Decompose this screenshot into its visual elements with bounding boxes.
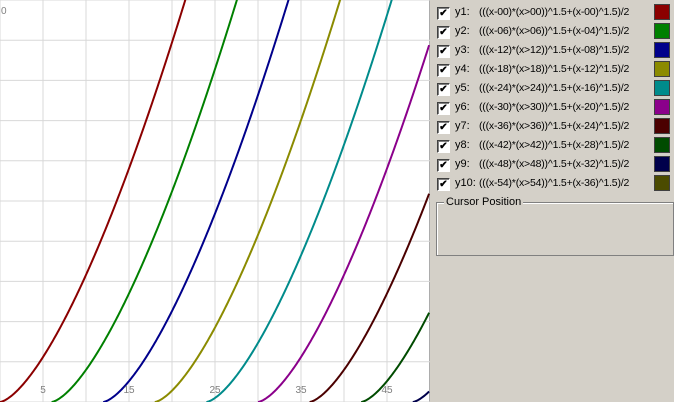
series-label: y7: bbox=[455, 120, 470, 132]
series-label: y3: bbox=[455, 44, 470, 56]
check-icon: ✔ bbox=[439, 46, 448, 57]
series-color-swatch[interactable] bbox=[654, 4, 670, 20]
check-icon: ✔ bbox=[439, 122, 448, 133]
series-curve bbox=[412, 390, 430, 402]
series-checkbox[interactable]: ✔ bbox=[437, 64, 450, 77]
check-icon: ✔ bbox=[439, 179, 448, 190]
check-icon: ✔ bbox=[439, 141, 448, 152]
series-label: y4: bbox=[455, 63, 470, 75]
series-checkbox[interactable]: ✔ bbox=[437, 83, 450, 96]
x-tick-label: 5 bbox=[40, 385, 46, 396]
series-color-swatch[interactable] bbox=[654, 23, 670, 39]
series-color-swatch[interactable] bbox=[654, 99, 670, 115]
series-label: y5: bbox=[455, 82, 470, 94]
plot-canvas[interactable]: 5 15 25 35 45 0 bbox=[0, 0, 430, 402]
series-label: y1: bbox=[455, 6, 470, 18]
series-curve bbox=[309, 193, 430, 402]
check-icon: ✔ bbox=[439, 103, 448, 114]
series-label: y2: bbox=[455, 25, 470, 37]
series-checkbox[interactable]: ✔ bbox=[437, 140, 450, 153]
x-tick-label: 25 bbox=[209, 385, 221, 396]
series-color-swatch[interactable] bbox=[654, 42, 670, 58]
series-checkbox[interactable]: ✔ bbox=[437, 102, 450, 115]
series-checkbox[interactable]: ✔ bbox=[437, 45, 450, 58]
series-color-swatch[interactable] bbox=[654, 175, 670, 191]
series-color-swatch[interactable] bbox=[654, 137, 670, 153]
check-icon: ✔ bbox=[439, 27, 448, 38]
check-icon: ✔ bbox=[439, 160, 448, 171]
cursor-position-box bbox=[436, 202, 674, 256]
series-formula: (((x-30)*(x>30))^1.5+(x-20)^1.5)/2 bbox=[479, 101, 630, 113]
series-checkbox[interactable]: ✔ bbox=[437, 121, 450, 134]
series-color-swatch[interactable] bbox=[654, 156, 670, 172]
series-formula: (((x-42)*(x>42))^1.5+(x-28)^1.5)/2 bbox=[479, 139, 630, 151]
series-label: y10: bbox=[455, 177, 476, 189]
series-formula: (((x-48)*(x>48))^1.5+(x-32)^1.5)/2 bbox=[479, 158, 630, 170]
check-icon: ✔ bbox=[439, 65, 448, 76]
series-color-swatch[interactable] bbox=[654, 118, 670, 134]
series-color-swatch[interactable] bbox=[654, 80, 670, 96]
series-formula: (((x-18)*(x>18))^1.5+(x-12)^1.5)/2 bbox=[479, 63, 630, 75]
series-checkbox[interactable]: ✔ bbox=[437, 159, 450, 172]
series-checkbox[interactable]: ✔ bbox=[437, 26, 450, 39]
series-formula: (((x-00)*(x>00))^1.5+(x-00)^1.5)/2 bbox=[479, 6, 630, 18]
series-formula: (((x-54)*(x>54))^1.5+(x-36)^1.5)/2 bbox=[479, 177, 630, 189]
series-formula: (((x-36)*(x>36))^1.5+(x-24)^1.5)/2 bbox=[479, 120, 630, 132]
series-formula: (((x-12)*(x>12))^1.5+(x-08)^1.5)/2 bbox=[479, 44, 630, 56]
series-label: y9: bbox=[455, 158, 470, 170]
series-formula: (((x-06)*(x>06))^1.5+(x-04)^1.5)/2 bbox=[479, 25, 630, 37]
series-checkbox[interactable]: ✔ bbox=[437, 7, 450, 20]
series-checkbox[interactable]: ✔ bbox=[437, 178, 450, 191]
x-tick-label: 35 bbox=[295, 385, 307, 396]
plot-area[interactable]: 5 15 25 35 45 0 bbox=[0, 0, 430, 402]
cursor-position-title: Cursor Position bbox=[444, 196, 524, 208]
series-formula: (((x-24)*(x>24))^1.5+(x-16)^1.5)/2 bbox=[479, 82, 630, 94]
check-icon: ✔ bbox=[439, 8, 448, 19]
x-tick-label: 45 bbox=[381, 385, 393, 396]
check-icon: ✔ bbox=[439, 84, 448, 95]
series-label: y8: bbox=[455, 139, 470, 151]
series-color-swatch[interactable] bbox=[654, 61, 670, 77]
series-label: y6: bbox=[455, 101, 470, 113]
x-tick-label: 15 bbox=[123, 385, 135, 396]
y-tick-label: 0 bbox=[1, 6, 7, 17]
legend-row: ✔ y10: (((x-54)*(x>54))^1.5+(x-36)^1.5)/2 bbox=[433, 173, 674, 195]
